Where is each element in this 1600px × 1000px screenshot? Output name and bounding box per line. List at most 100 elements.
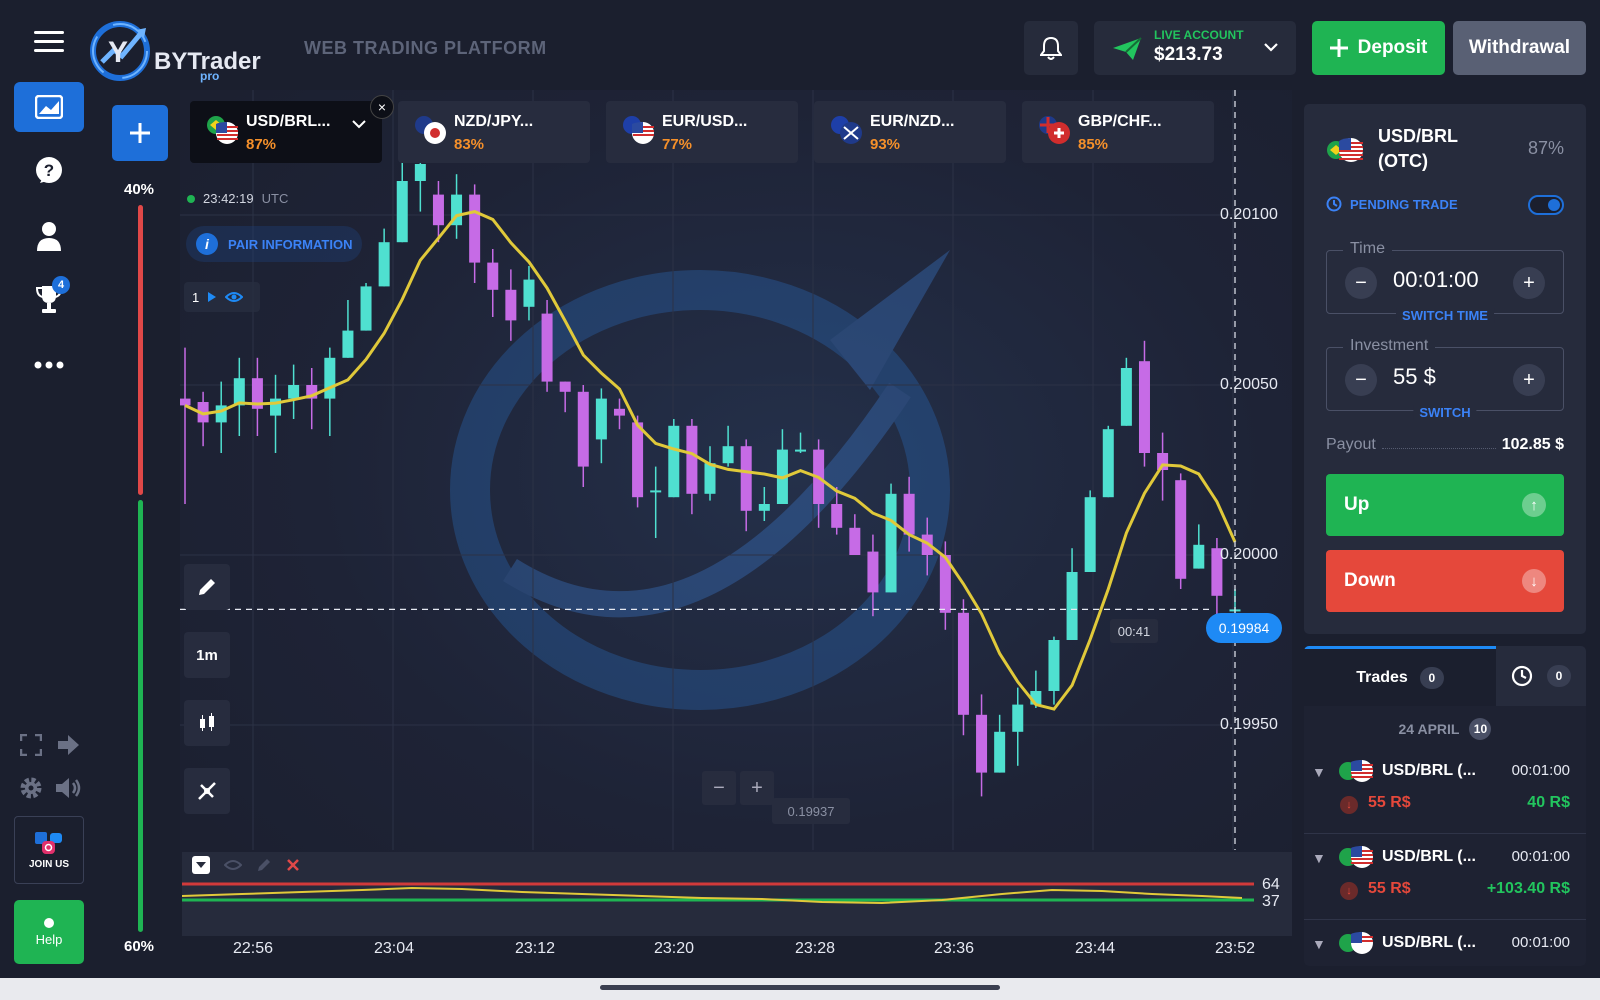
time-value[interactable]: 00:01:00 bbox=[1393, 267, 1479, 293]
investment-value[interactable]: 55 $ bbox=[1393, 364, 1436, 390]
candle-body bbox=[469, 194, 481, 263]
down-button[interactable]: Down ↓ bbox=[1326, 550, 1564, 612]
help-button[interactable]: Help bbox=[14, 900, 84, 964]
logout-icon[interactable] bbox=[56, 734, 80, 761]
withdrawal-button[interactable]: Withdrawal bbox=[1453, 21, 1586, 75]
help-question-icon[interactable]: ? bbox=[14, 146, 84, 196]
tab-pair-name: GBP/CHF... bbox=[1078, 113, 1162, 130]
osc-upper-value: 64 bbox=[1262, 876, 1280, 893]
chart-type-button[interactable] bbox=[184, 700, 230, 746]
hide-icon[interactable] bbox=[224, 858, 242, 872]
settings-gear-icon[interactable] bbox=[19, 776, 43, 805]
selected-pair[interactable]: USD/BRL (OTC) bbox=[1378, 124, 1458, 174]
candle-body bbox=[613, 408, 625, 416]
arrow-down-icon: ↓ bbox=[1340, 882, 1358, 900]
remove-icon[interactable] bbox=[286, 858, 300, 872]
pending-trade-toggle[interactable] bbox=[1528, 195, 1564, 215]
tab-pair-name: NZD/JPY... bbox=[454, 113, 534, 130]
y-axis-label: 0.20000 bbox=[1220, 546, 1278, 563]
price-chart[interactable] bbox=[180, 90, 1292, 935]
chart-icon[interactable] bbox=[14, 82, 84, 132]
close-tab-icon[interactable]: × bbox=[370, 95, 394, 119]
history-clock-icon bbox=[1511, 665, 1533, 687]
candle-body bbox=[180, 398, 191, 406]
candle-body bbox=[885, 493, 897, 593]
indicator-controls[interactable]: 1 bbox=[184, 282, 260, 312]
deposit-button[interactable]: Deposit bbox=[1312, 21, 1445, 75]
arrow-up-icon: ↑ bbox=[1522, 493, 1546, 517]
down-label: Down bbox=[1344, 570, 1396, 591]
indicator-count: 1 bbox=[192, 289, 200, 305]
switch-button[interactable]: SWITCH bbox=[1413, 405, 1477, 420]
lowest-price-label: 0.19937 bbox=[772, 798, 850, 824]
trade-panel: USD/BRL (OTC) 87% PENDING TRADE Time − 0… bbox=[1304, 104, 1586, 634]
tab-nzd-jpy[interactable]: NZD/JPY... 83% bbox=[398, 101, 590, 163]
timeframe-button[interactable]: 1m bbox=[184, 632, 230, 678]
social-icon bbox=[35, 831, 62, 854]
user-icon[interactable] bbox=[14, 211, 84, 261]
trophy-badge: 4 bbox=[52, 276, 70, 294]
investment-increase-button[interactable]: + bbox=[1513, 364, 1545, 396]
logo-sub: pro bbox=[200, 69, 219, 83]
x-axis-label: 23:12 bbox=[514, 940, 556, 957]
trade-row[interactable]: ▼ USD/BRL (... 00:01:00 ↓ 55 R$ +103.40 … bbox=[1304, 834, 1586, 920]
tab-usd-brl[interactable]: USD/BRL... 87% × bbox=[190, 95, 394, 163]
arrow-down-icon: ↓ bbox=[1340, 796, 1358, 814]
menu-icon[interactable] bbox=[14, 16, 84, 66]
y-axis-label: 0.19950 bbox=[1220, 716, 1278, 733]
fullscreen-icon[interactable] bbox=[19, 733, 43, 761]
switch-time-button[interactable]: SWITCH TIME bbox=[1396, 308, 1494, 323]
candle-body bbox=[704, 463, 716, 494]
tab-eur-nzd[interactable]: EUR/NZD... 93% bbox=[814, 101, 1006, 163]
candle-body bbox=[288, 385, 300, 399]
help-label: Help bbox=[35, 931, 63, 947]
candle-body bbox=[957, 612, 969, 715]
candle-body bbox=[1084, 497, 1096, 572]
zoom-in-button[interactable]: + bbox=[740, 771, 774, 805]
trade-row[interactable]: ▼ USD/BRL (... 00:01:00 ↓ 55 R$ 40 R$ bbox=[1304, 748, 1586, 834]
nzd-jpy-flag-icon bbox=[415, 116, 446, 144]
investment-decrease-button[interactable]: − bbox=[1345, 364, 1377, 396]
live-dot-icon bbox=[187, 194, 195, 203]
pair-information-button[interactable]: i PAIR INFORMATION bbox=[186, 226, 363, 262]
drawing-tool-button[interactable] bbox=[184, 564, 230, 610]
sound-icon[interactable] bbox=[54, 776, 82, 805]
tab-payout-percent: 85% bbox=[1078, 136, 1109, 153]
trades-date-count: 10 bbox=[1469, 718, 1492, 740]
tab-history[interactable]: 0 bbox=[1496, 646, 1586, 706]
eye-icon bbox=[225, 292, 244, 302]
account-selector[interactable]: LIVE ACCOUNT $213.73 bbox=[1094, 21, 1296, 75]
notification-button[interactable] bbox=[1024, 21, 1078, 75]
more-icon[interactable] bbox=[14, 340, 84, 390]
account-balance: $213.73 bbox=[1154, 44, 1223, 65]
time-increase-button[interactable]: + bbox=[1513, 267, 1545, 299]
zoom-out-button[interactable]: − bbox=[702, 771, 736, 805]
time-decrease-button[interactable]: − bbox=[1345, 267, 1377, 299]
tab-trades[interactable]: Trades 0 bbox=[1304, 646, 1496, 706]
candle-body bbox=[378, 242, 390, 287]
edit-icon[interactable] bbox=[256, 857, 272, 873]
tab-payout-percent: 83% bbox=[454, 136, 485, 153]
candle-body bbox=[1138, 361, 1150, 453]
trophy-icon[interactable]: 4 bbox=[14, 274, 84, 324]
candle-body bbox=[758, 504, 770, 511]
join-us-button[interactable]: JOIN US bbox=[14, 816, 84, 884]
trade-row[interactable]: ▼ USD/BRL (... 00:01:00 bbox=[1304, 920, 1586, 966]
x-axis-label: 23:36 bbox=[933, 940, 975, 957]
collapse-icon[interactable] bbox=[192, 856, 210, 874]
candle-body bbox=[686, 425, 698, 494]
candle-body bbox=[1193, 544, 1205, 569]
tab-gbp-chf[interactable]: GBP/CHF... 85% bbox=[1022, 101, 1214, 163]
clock-timezone: UTC bbox=[261, 191, 289, 206]
sentiment-bar-buy bbox=[138, 500, 143, 932]
svg-text:?: ? bbox=[44, 161, 54, 180]
selected-pair-name: USD/BRL bbox=[1378, 126, 1458, 146]
indicators-button[interactable] bbox=[184, 768, 230, 814]
gbp-chf-flag-icon bbox=[1039, 116, 1070, 144]
chevron-down-icon bbox=[352, 120, 366, 129]
account-type-label: LIVE ACCOUNT bbox=[1154, 28, 1244, 42]
logo[interactable]: Y BYTrader pro bbox=[88, 18, 278, 84]
tab-eur-usd[interactable]: EUR/USD... 77% bbox=[606, 101, 798, 163]
up-button[interactable]: Up ↑ bbox=[1326, 474, 1564, 536]
add-asset-button[interactable] bbox=[112, 105, 168, 161]
